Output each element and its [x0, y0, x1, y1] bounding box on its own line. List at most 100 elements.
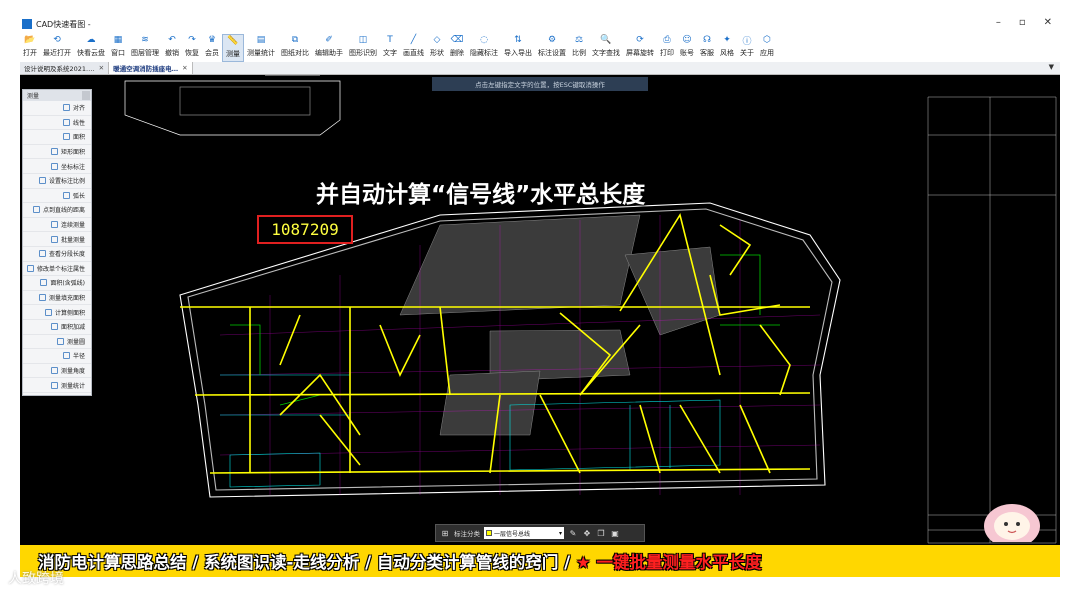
toolbar-button-annotation-settings[interactable]: ⚙ 标注设置: [535, 34, 569, 62]
toolbar-button-measure[interactable]: 📏 测量: [222, 34, 244, 62]
panel-item[interactable]: 对齐: [23, 101, 91, 116]
toolbar-button-style[interactable]: ✦ 风格: [717, 34, 737, 62]
close-icon[interactable]: ✕: [99, 64, 104, 72]
maximize-button[interactable]: ▫: [1019, 17, 1026, 28]
edit-helper-icon: ✐: [325, 35, 333, 45]
drawing-canvas[interactable]: 点击左键指定文字的位置，按ESC键取消操作 测量 对齐 线性 面积 矩形面积 坐标标注设…: [20, 75, 1060, 545]
toolbar-button-window[interactable]: ▦ 窗口: [108, 34, 128, 62]
toolbar-button-measure-stats[interactable]: ▤ 测量统计: [244, 34, 278, 62]
toolbar-button-redo[interactable]: ↷ 恢复: [182, 34, 202, 62]
toolbar-button-line[interactable]: ╱ 画直线: [400, 34, 427, 62]
move-icon[interactable]: ✥: [582, 529, 592, 538]
paste-icon[interactable]: ▣: [610, 529, 620, 538]
toolbar-button-apps[interactable]: ⬡ 应用: [757, 34, 777, 62]
minimize-button[interactable]: –: [996, 17, 1001, 28]
panel-item[interactable]: 面积(含弧线): [23, 276, 91, 291]
grid-icon[interactable]: ⊞: [440, 529, 450, 538]
toolbar-button-layers[interactable]: ≋ 图层管理: [128, 34, 162, 62]
layers-icon: ≋: [141, 35, 149, 45]
panel-item[interactable]: 查看分段长度: [23, 247, 91, 262]
toolbar-button-label: 测量: [226, 50, 240, 58]
panel-scrollbar[interactable]: [82, 91, 90, 100]
panel-item[interactable]: 修改单个标注属性: [23, 262, 91, 277]
toolbar-button-undo[interactable]: ↶ 撤销: [162, 34, 182, 62]
panel-item[interactable]: 连续测量: [23, 218, 91, 233]
panel-item-label: 坐标标注: [60, 163, 85, 171]
edit-icon[interactable]: ✎: [568, 529, 578, 538]
measure-tool-icon: [62, 104, 70, 112]
panel-item[interactable]: 设置标注比例: [23, 174, 91, 189]
undo-icon: ↶: [168, 35, 176, 45]
toolbar-button-label: 撤销: [165, 49, 179, 57]
panel-item[interactable]: 坐标标注: [23, 159, 91, 174]
measure-tool-icon: [50, 323, 58, 331]
toolbar-button-text[interactable]: T 文字: [380, 34, 400, 62]
measure-tool-icon: [62, 352, 70, 360]
toolbar-button-folder[interactable]: 📂 打开: [20, 34, 40, 62]
window-title: CAD快速看图 -: [36, 19, 91, 29]
tab-hvac-plan[interactable]: 暖通空调消防插座电… ✕: [109, 62, 193, 74]
toolbar-button-label: 账号: [680, 49, 694, 57]
close-icon[interactable]: ✕: [182, 64, 187, 72]
toolbar-button-rotate[interactable]: ⟳ 屏幕旋转: [623, 34, 657, 62]
toolbar-button-scale[interactable]: ⚖ 比例: [569, 34, 589, 62]
panel-item[interactable]: 矩形面积: [23, 145, 91, 160]
style-icon: ✦: [723, 35, 731, 45]
measure-tool-icon: [32, 206, 40, 214]
toolbar-button-recognize[interactable]: ◫ 图形识别: [346, 34, 380, 62]
toolbar-button-text-search[interactable]: 🔍 文字查找: [589, 34, 623, 62]
panel-item[interactable]: 点到直线的距离: [23, 203, 91, 218]
tab-design-notes[interactable]: 设计说明及系统2021.… ✕: [20, 62, 110, 74]
copy-icon[interactable]: ❐: [596, 529, 606, 538]
toolbar-button-headset[interactable]: ☊ 客服: [697, 34, 717, 62]
annotation-settings-icon: ⚙: [547, 35, 557, 45]
panel-item[interactable]: 测量圆: [23, 335, 91, 350]
text-search-icon: 🔍: [600, 35, 612, 45]
toolbar-button-label: 屏幕旋转: [626, 49, 654, 57]
toolbar-button-edit-helper[interactable]: ✐ 编辑助手: [312, 34, 346, 62]
panel-item[interactable]: 批量测量: [23, 232, 91, 247]
toolbar-button-info[interactable]: ⓘ 关于: [737, 34, 757, 62]
measure-tool-icon: [44, 308, 52, 316]
banner-highlight: ★ 一键批量测量水平长度: [575, 553, 762, 572]
panel-item[interactable]: 面积加减: [23, 320, 91, 335]
toolbar-button-history[interactable]: ⟲ 最近打开: [40, 34, 74, 62]
tab-menu-icon[interactable]: ▼: [1049, 63, 1054, 71]
toolbar-button-cloud[interactable]: ☁ 快看云盘: [74, 34, 108, 62]
category-select[interactable]: 一层信号总线 ▾: [484, 527, 564, 539]
cloud-icon: ☁: [86, 35, 96, 45]
panel-item[interactable]: 弧长: [23, 189, 91, 204]
overlay-caption: 并自动计算“信号线”水平总长度: [316, 182, 646, 208]
toolbar-button-import-export[interactable]: ⇅ 导入导出: [501, 34, 535, 62]
panel-item-label: 测量统计: [60, 382, 85, 390]
panel-item-label: 连续测量: [60, 222, 85, 230]
annotation-category-bar: ⊞ 标注分类 一层信号总线 ▾ ✎ ✥ ❐ ▣: [435, 524, 645, 542]
measure-stats-icon: ▤: [256, 35, 266, 45]
panel-item[interactable]: 计算侧面积: [23, 305, 91, 320]
panel-item[interactable]: 线性: [23, 116, 91, 131]
status-hint: 点击左键指定文字的位置，按ESC键取消操作: [432, 77, 648, 91]
panel-item[interactable]: 测量统计: [23, 378, 91, 393]
toolbar-button-label: 打印: [660, 49, 674, 57]
panel-item[interactable]: 测量角度: [23, 364, 91, 379]
panel-item-label: 测量填充面积: [48, 295, 85, 303]
toolbar-button-label: 形状: [430, 49, 444, 57]
close-button[interactable]: ✕: [1044, 17, 1052, 28]
toolbar-button-label: 风格: [720, 49, 734, 57]
panel-item-label: 面积加减: [60, 324, 85, 332]
toolbar-button-compare[interactable]: ⧉ 图纸对比: [278, 34, 312, 62]
toolbar-button-eraser[interactable]: ⌫ 删除: [447, 34, 467, 62]
toolbar-button-user[interactable]: ☺ 账号: [677, 34, 697, 62]
color-swatch: [486, 530, 492, 536]
toolbar-button-hide[interactable]: ◌ 隐藏标注: [467, 34, 501, 62]
toolbar-button-label: 图层管理: [131, 49, 159, 57]
toolbar-button-label: 恢复: [185, 49, 199, 57]
toolbar-button-shape[interactable]: ◇ 形状: [427, 34, 447, 62]
redo-icon: ↷: [188, 35, 196, 45]
panel-item[interactable]: 面积: [23, 130, 91, 145]
toolbar-button-print[interactable]: ⎙ 打印: [657, 34, 677, 62]
panel-item[interactable]: 测量填充面积: [23, 291, 91, 306]
panel-item[interactable]: 半径: [23, 349, 91, 364]
toolbar-button-vip[interactable]: ♛ 会员: [202, 34, 222, 62]
watermark: 人致跨境: [8, 571, 64, 587]
